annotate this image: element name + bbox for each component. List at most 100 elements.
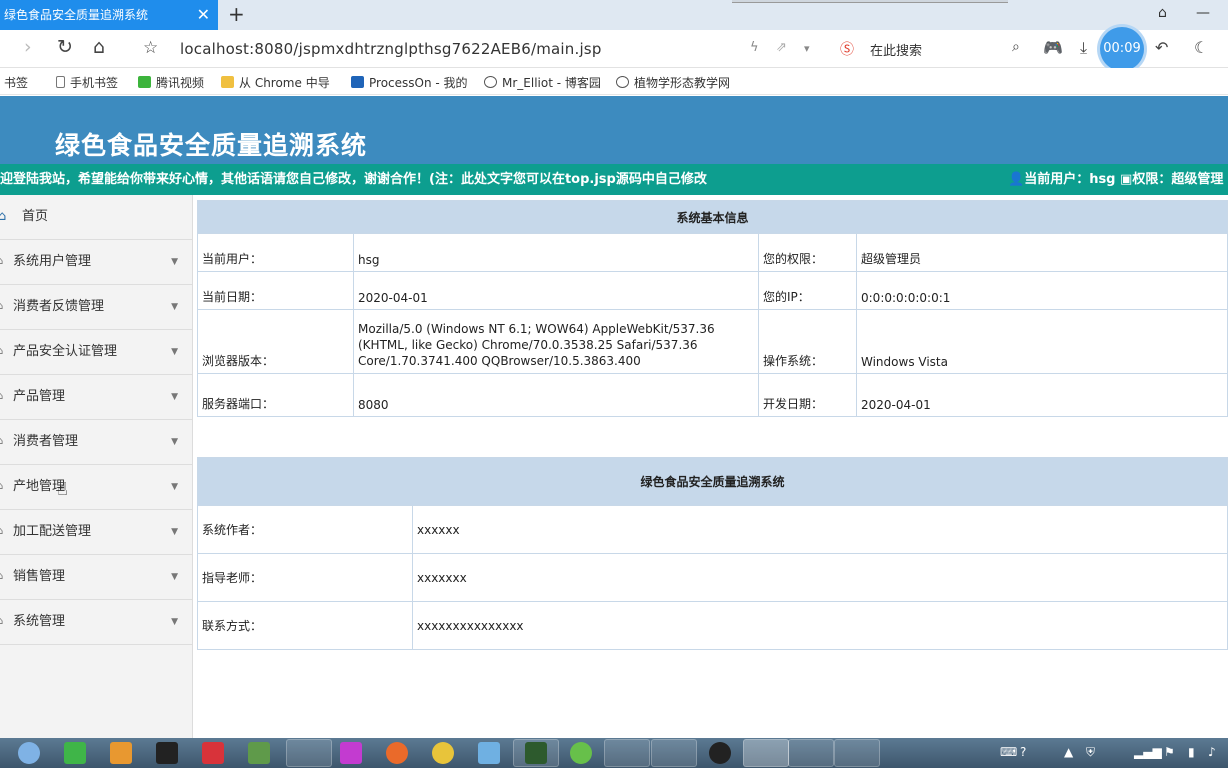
cell-label: 指导老师：	[197, 553, 413, 602]
table-row: 联系方式： xxxxxxxxxxxxxxx	[197, 601, 1228, 650]
chevron-down-icon: ▼	[171, 302, 178, 312]
share-icon[interactable]: ⇗	[776, 40, 787, 55]
cell-label: 操作系统：	[758, 309, 857, 374]
menu-icon: ⌂	[0, 526, 4, 537]
address-bar[interactable]: localhost:8080/jspmxdhtrznglpthsg7622AEB…	[180, 40, 602, 58]
bookmark-item[interactable]: 手机书签	[56, 74, 118, 91]
sidebar-item-consumers[interactable]: ⌂ 消费者管理 ▼	[0, 420, 192, 465]
welcome-marquee: 迎登陆我站，希望能给你带来好心情，其他话语请您自己修改，谢谢合作！(注：此处文字…	[0, 164, 1228, 195]
start-button-icon[interactable]	[18, 742, 40, 764]
chevron-down-icon: ▼	[171, 572, 178, 582]
bookmark-item[interactable]: 书签	[4, 74, 28, 91]
sidebar-item-processing[interactable]: ⌂ 加工配送管理 ▼	[0, 510, 192, 555]
sidebar-item-home[interactable]: ⌂ 首页	[0, 195, 192, 240]
sidebar-item-feedback[interactable]: ⌂ 消费者反馈管理 ▼	[0, 285, 192, 330]
new-tab-icon[interactable]: +	[228, 2, 245, 26]
shirt-icon[interactable]: ⌂	[1158, 5, 1167, 21]
intellij-icon[interactable]	[156, 742, 178, 764]
sidebar-item-origin[interactable]: ⌂ 产地管理 ▼	[0, 465, 192, 510]
sidebar-item-sales[interactable]: ⌂ 销售管理 ▼	[0, 555, 192, 600]
shield-icon[interactable]: ⛨	[1086, 745, 1095, 760]
dreamweaver-icon[interactable]	[525, 742, 547, 764]
reload-icon[interactable]: ↻	[57, 36, 73, 58]
bookmark-label: ProcessOn - 我的	[369, 76, 468, 90]
qq-icon[interactable]	[709, 742, 731, 764]
menu-icon: ⌂	[0, 481, 4, 492]
phone-icon	[56, 76, 65, 88]
network-icon[interactable]: ▂▄▆	[1134, 745, 1162, 759]
taskbar-button-active[interactable]	[743, 739, 789, 767]
table-row: 当前日期： 2020-04-01 您的IP： 0:0:0:0:0:0:0:1	[197, 271, 1228, 310]
sogou-icon[interactable]: Ⓢ	[840, 39, 854, 59]
flag-icon[interactable]: ⚑	[1164, 745, 1175, 759]
close-tab-icon[interactable]: ✕	[197, 0, 210, 30]
moon-icon[interactable]: ☾	[1194, 38, 1208, 57]
chevron-down-icon: ▼	[171, 617, 178, 627]
bolt-icon[interactable]: ϟ	[750, 40, 759, 55]
wechat-icon[interactable]	[64, 742, 86, 764]
sidebar-item-system[interactable]: ⌂ 系统管理 ▼	[0, 600, 192, 645]
app-icon[interactable]	[340, 742, 362, 764]
marquee-text: 迎登陆我站，希望能给你带来好心情，其他话语请您自己修改，谢谢合作！(注：此处文字…	[0, 172, 707, 187]
bookmark-item[interactable]: ProcessOn - 我的	[351, 74, 468, 91]
star-icon[interactable]: ☆	[143, 38, 158, 58]
video-icon	[138, 76, 151, 88]
sidebar-item-label: 销售管理	[13, 569, 66, 584]
cell-value: 超级管理员	[856, 233, 1228, 272]
browser-tab-strip: 绿色食品安全质量追溯系统 ✕ + ⌂ —	[0, 0, 1228, 30]
site-title: 绿色食品安全质量追溯系统	[55, 131, 368, 160]
cell-value: 0:0:0:0:0:0:0:1	[856, 271, 1228, 310]
search-icon[interactable]: ⌕	[1012, 39, 1020, 55]
taskbar-button[interactable]	[788, 739, 834, 767]
undo-icon[interactable]: ↶	[1155, 38, 1168, 57]
bookmark-item[interactable]: 从 Chrome 中导	[221, 74, 330, 91]
cell-value: 2020-04-01	[856, 373, 1228, 417]
app-icon[interactable]	[248, 742, 270, 764]
cell-label: 浏览器版本：	[197, 309, 354, 374]
bookmark-label: 植物学形态教学网	[634, 76, 731, 90]
cell-value: Mozilla/5.0 (Windows NT 6.1; WOW64) Appl…	[353, 309, 759, 374]
app-icon[interactable]	[386, 742, 408, 764]
taskbar-button[interactable]	[286, 739, 332, 767]
volume-icon[interactable]: ♪	[1208, 745, 1216, 759]
taskbar-button[interactable]	[651, 739, 697, 767]
cell-value: hsg	[353, 233, 759, 272]
download-icon[interactable]: ⤓	[1080, 38, 1087, 58]
chevron-down-icon[interactable]: ▾	[804, 42, 810, 55]
search-input[interactable]: 在此搜索	[870, 40, 922, 59]
sidebar-item-label: 消费者反馈管理	[13, 299, 105, 314]
keyboard-icon[interactable]: ⌨	[1000, 745, 1017, 759]
bookmark-label: 手机书签	[70, 76, 119, 90]
tray-expand-icon[interactable]: ▲	[1064, 745, 1073, 759]
sidebar-item-label: 系统用户管理	[13, 254, 92, 269]
battery-icon[interactable]: ▮	[1188, 745, 1195, 759]
cell-label: 联系方式：	[197, 601, 413, 650]
help-icon[interactable]: ?	[1020, 745, 1026, 759]
chevron-down-icon: ▼	[171, 482, 178, 492]
bookmark-item[interactable]: 腾讯视频	[138, 74, 204, 91]
app-icon[interactable]	[478, 742, 500, 764]
taskbar-button[interactable]	[604, 739, 650, 767]
menu-icon: ⌂	[0, 346, 4, 357]
sidebar-item-system-users[interactable]: ⌂ 系统用户管理 ▼	[0, 240, 192, 285]
table-heading: 绿色食品安全质量追溯系统	[197, 457, 1228, 506]
globe-icon	[616, 76, 629, 88]
tab-active[interactable]: 绿色食品安全质量追溯系统 ✕	[0, 0, 218, 30]
forward-icon[interactable]: ›	[24, 36, 32, 58]
app-icon[interactable]	[110, 742, 132, 764]
home-icon[interactable]: ⌂	[93, 36, 105, 58]
chrome-icon[interactable]	[432, 742, 454, 764]
minimize-icon[interactable]: —	[1196, 5, 1210, 21]
menu-icon: ⌂	[0, 256, 4, 267]
app-icon[interactable]	[570, 742, 592, 764]
bookmark-item[interactable]: 植物学形态教学网	[616, 74, 730, 91]
recording-timer[interactable]: 00:09	[1100, 27, 1144, 71]
table-row: 指导老师： xxxxxxx	[197, 553, 1228, 602]
system-author-table: 绿色食品安全质量追溯系统 系统作者： xxxxxx 指导老师： xxxxxxx …	[197, 457, 1228, 650]
sidebar-item-certification[interactable]: ⌂ 产品安全认证管理 ▼	[0, 330, 192, 375]
sidebar-item-products[interactable]: ⌂ 产品管理 ▼	[0, 375, 192, 420]
gamepad-icon[interactable]: 🎮	[1043, 38, 1063, 57]
bookmark-item[interactable]: Mr_Elliot - 博客园	[484, 74, 601, 91]
taskbar-button[interactable]	[834, 739, 880, 767]
app-icon[interactable]	[202, 742, 224, 764]
